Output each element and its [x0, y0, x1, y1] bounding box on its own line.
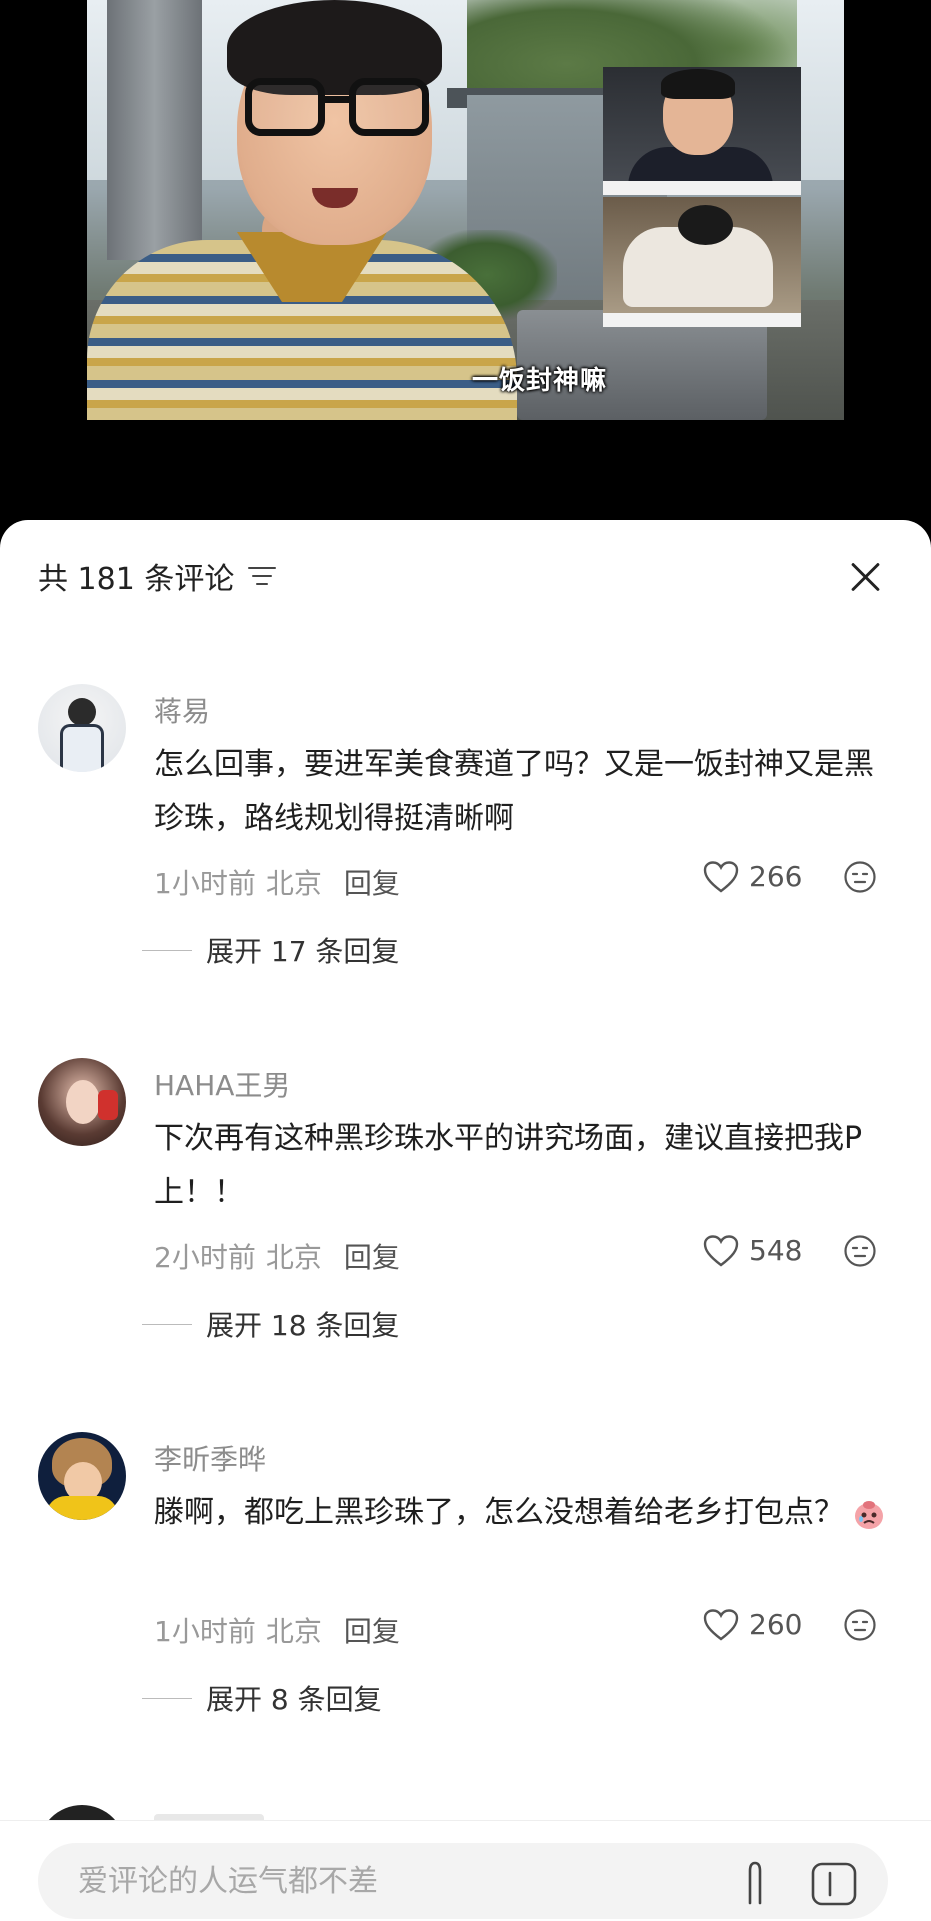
avatar-head [68, 698, 96, 726]
expand-replies-button[interactable]: 展开 8 条回复 [142, 1678, 382, 1718]
comment-meta: 1小时前 北京 回复 [154, 1610, 400, 1650]
glasses [245, 78, 431, 140]
comments-header: 共 181 条评论 [38, 556, 277, 597]
dislike-face-icon[interactable] [843, 1608, 877, 1642]
like-count: 548 [749, 1234, 803, 1267]
heart-icon [703, 1234, 739, 1267]
avatar-phone [98, 1090, 118, 1120]
video-subtitle: 一饭封神嘛 [472, 366, 608, 396]
like-count: 260 [749, 1608, 803, 1641]
inset-hair [661, 69, 735, 99]
comment-time: 1小时前 [154, 1615, 256, 1648]
heart-icon [703, 1608, 739, 1641]
comment-text-body: 滕啊，都吃上黑珍珠了，怎么没想着给老乡打包点？ [154, 1495, 844, 1530]
video-frame[interactable]: 一饭封神嘛 [87, 0, 844, 420]
expand-replies-label: 展开 17 条回复 [206, 935, 400, 968]
comments-count-title: 共 181 条评论 [38, 562, 235, 597]
glasses-lens-left [245, 78, 325, 136]
inset-image-top [603, 67, 801, 195]
sort-filter-icon[interactable] [248, 565, 277, 587]
comment-location: 北京 [265, 1241, 322, 1274]
comment-author[interactable]: HAHA王男 [154, 1064, 290, 1104]
avatar[interactable] [38, 1058, 126, 1146]
expand-dash [142, 949, 192, 951]
dislike-face-icon[interactable] [843, 860, 877, 894]
like-button[interactable]: 260 [703, 1608, 802, 1641]
comments-sheet: 共 181 条评论 蒋易 怎么回事，要进军美食赛道了吗？又是一饭封神又是黑珍珠，… [0, 520, 931, 1921]
avatar-face [66, 1080, 100, 1124]
reply-button[interactable]: 回复 [344, 1610, 400, 1650]
comment-author[interactable]: 蒋易 [154, 690, 210, 730]
reply-button[interactable]: 回复 [344, 862, 400, 902]
expand-dash [142, 1323, 192, 1325]
comment-input-bar [0, 1820, 931, 1921]
video-player[interactable]: 一饭封神嘛 [0, 0, 931, 520]
avatar-body [60, 724, 104, 772]
expand-replies-button[interactable]: 展开 17 条回复 [142, 930, 399, 970]
inset-eating-hair [678, 205, 733, 245]
mention-icon[interactable] [740, 1859, 770, 1909]
like-button[interactable]: 548 [703, 1234, 802, 1267]
heart-icon [703, 860, 739, 893]
comment-time: 2小时前 [154, 1241, 256, 1274]
inset-caption-bar [603, 313, 801, 327]
comment-meta: 1小时前 北京 回复 [154, 862, 400, 902]
expand-replies-label: 展开 8 条回复 [206, 1683, 382, 1716]
avatar[interactable] [38, 684, 126, 772]
avatar[interactable] [38, 1432, 126, 1520]
like-count: 266 [749, 860, 803, 893]
glasses-lens-right [349, 78, 429, 136]
expand-replies-button[interactable]: 展开 18 条回复 [142, 1304, 399, 1344]
expand-dash [142, 1697, 192, 1699]
comment-author[interactable]: 李昕季晔 [154, 1438, 266, 1478]
comment-location: 北京 [265, 867, 322, 900]
crying-emoji-icon [855, 1500, 883, 1529]
reply-button[interactable]: 回复 [344, 1236, 400, 1276]
expand-replies-label: 展开 18 条回复 [206, 1309, 400, 1342]
avatar-shirt [46, 1496, 118, 1520]
comment-time: 1小时前 [154, 867, 256, 900]
dislike-face-icon[interactable] [843, 1234, 877, 1268]
close-icon[interactable] [846, 556, 886, 596]
inset-caption-bar [603, 181, 801, 195]
glasses-bridge [323, 96, 351, 103]
comment-text: 怎么回事，要进军美食赛道了吗？又是一饭封神又是黑珍珠，路线规划得挺清晰啊 [154, 747, 874, 836]
video-pole [107, 0, 202, 260]
comment-text: 下次再有这种黑珍珠水平的讲究场面，建议直接把我P上！！ [154, 1121, 863, 1210]
like-button[interactable]: 266 [703, 860, 802, 893]
inset-image-bottom [603, 197, 801, 327]
comment-meta: 2小时前 北京 回复 [154, 1236, 400, 1276]
emoji-keyboard-icon[interactable] [810, 1861, 858, 1907]
comment-text: 滕啊，都吃上黑珍珠了，怎么没想着给老乡打包点？ [154, 1486, 894, 1540]
comment-location: 北京 [265, 1615, 322, 1648]
